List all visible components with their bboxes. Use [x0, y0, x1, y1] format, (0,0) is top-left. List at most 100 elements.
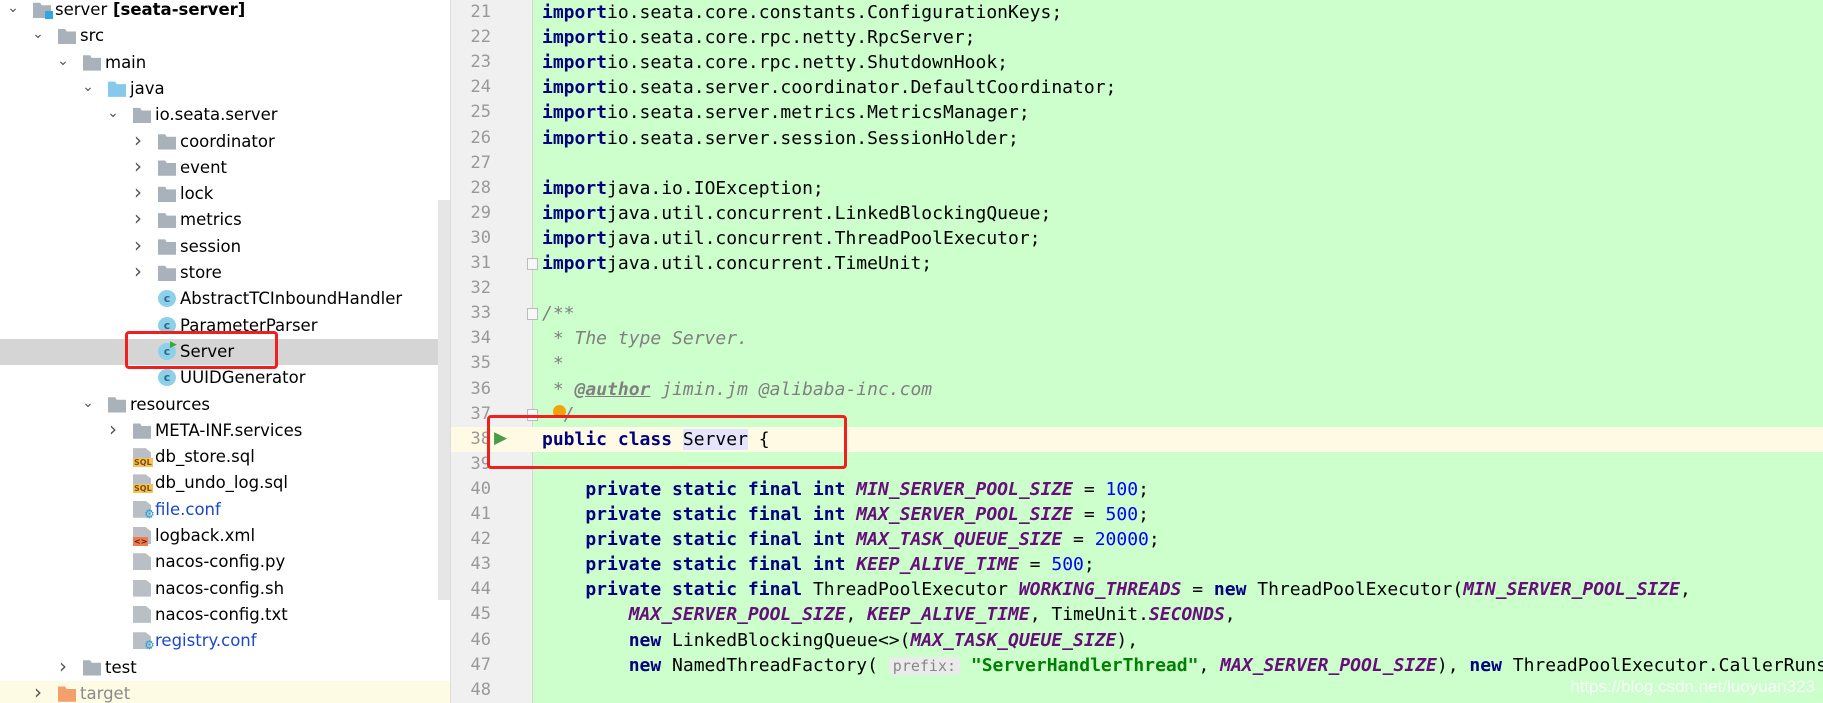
code-token-hint: prefix:	[888, 656, 961, 675]
tree-item-logback-xml[interactable]: <> logback.xml	[0, 523, 451, 549]
chevron-right-icon[interactable]: ›	[131, 154, 145, 178]
fold-marker-icon[interactable]	[527, 308, 538, 321]
code-token: io.seata.core.rpc.netty.RpcServer;	[607, 27, 976, 49]
tree-item-metrics[interactable]: › metrics	[0, 206, 451, 233]
code-token: io.seata.core.rpc.netty.ShutdownHook;	[607, 52, 1008, 74]
tree-item-label: java	[130, 78, 165, 98]
code-token-const: KEEP_ALIVE_TIME	[867, 604, 1030, 626]
chevron-right-icon[interactable]: ›	[131, 206, 145, 230]
code-line: importjava.io.IOException;	[542, 176, 824, 201]
code-token: NamedThreadFactory(	[672, 654, 889, 676]
tree-item-io-seata-server[interactable]: ⌄ io.seata.server	[0, 102, 451, 128]
code-line: private static final ThreadPoolExecutor …	[542, 577, 1690, 602]
code-token: =	[1073, 504, 1106, 525]
line-number: 37	[470, 403, 491, 424]
tree-item-nacos-config-sh[interactable]: nacos-config.sh	[0, 576, 451, 602]
code-token-const: MAX_SERVER_POOL_SIZE	[628, 604, 846, 626]
tree-item-label: target	[80, 683, 131, 703]
chevron-down-icon[interactable]: ⌄	[106, 105, 120, 121]
code-token-const: MAX_TASK_QUEUE_SIZE	[910, 629, 1117, 651]
tree-item-abstracttcinboundhandler[interactable]: c AbstractTCInboundHandler	[0, 286, 451, 312]
tree-item-store[interactable]: › store	[0, 259, 451, 286]
package-icon	[133, 107, 151, 124]
tree-item-session[interactable]: › session	[0, 233, 451, 260]
tree-item-resources[interactable]: ⌄ resources	[0, 392, 451, 418]
tree-item-main[interactable]: ⌄ main	[0, 50, 451, 76]
tree-item-label: main	[105, 52, 147, 72]
code-token: =	[1073, 478, 1106, 500]
line-number: 25	[470, 102, 491, 123]
line-number: 47	[470, 654, 491, 675]
folder-icon	[58, 28, 76, 45]
chevron-right-icon[interactable]: ›	[106, 417, 120, 441]
chevron-down-icon[interactable]: ⌄	[56, 53, 70, 69]
code-token: io.seata.server.metrics.MetricsManager;	[607, 102, 1030, 124]
code-token: , TimeUnit.	[1029, 604, 1149, 626]
code-line: * The type Server.	[542, 326, 748, 351]
line-number: 46	[470, 629, 491, 650]
code-line: importio.seata.server.metrics.MetricsMan…	[542, 100, 1030, 125]
tree-item-target[interactable]: › target	[0, 680, 451, 703]
code-token: ;	[1138, 478, 1149, 500]
line-number: 38	[470, 428, 491, 449]
tree-item-event[interactable]: › event	[0, 154, 451, 181]
chevron-right-icon[interactable]: ›	[131, 180, 145, 204]
code-line: importjava.util.concurrent.TimeUnit;	[542, 251, 932, 276]
tree-item-file-conf[interactable]: ⚙ file.conf	[0, 497, 451, 523]
code-token-kw: import	[542, 177, 608, 199]
package-icon	[158, 134, 176, 150]
line-number: 32	[470, 278, 491, 299]
tree-item-db-undo-log-sql[interactable]: SQL db_undo_log.sql	[0, 470, 451, 496]
code-token-const: MAX_SERVER_POOL_SIZE	[856, 504, 1074, 525]
code-token-const: MIN_SERVER_POOL_SIZE	[856, 478, 1074, 500]
chevron-right-icon[interactable]: ›	[131, 128, 145, 152]
code-token: ,	[1224, 604, 1236, 626]
tree-item-java[interactable]: ⌄ java	[0, 76, 451, 102]
chevron-down-icon[interactable]: ⌄	[6, 0, 20, 16]
chevron-right-icon[interactable]: ›	[131, 259, 145, 283]
tree-item-meta-inf-services[interactable]: › META-INF.services	[0, 417, 451, 444]
chevron-down-icon[interactable]: ⌄	[81, 79, 95, 95]
tree-item-coordinator[interactable]: › coordinator	[0, 128, 451, 155]
code-token: ;	[1083, 554, 1095, 576]
code-token-kw: private static final	[542, 579, 813, 601]
fold-marker-icon[interactable]	[527, 258, 538, 270]
code-line: private static final int KEEP_ALIVE_TIME…	[542, 552, 1095, 577]
code-line: importio.seata.core.constants.Configurat…	[542, 0, 1062, 25]
module-name: [seata-server]	[107, 0, 246, 19]
tree-item-nacos-config-py[interactable]: nacos-config.py	[0, 549, 451, 575]
tree-item-uuidgenerator[interactable]: c UUIDGenerator	[0, 365, 451, 391]
code-token-kw: new	[542, 654, 673, 676]
code-token: LinkedBlockingQueue<>(	[672, 629, 911, 651]
code-token-kw: private static final int	[542, 478, 857, 500]
line-number: 24	[470, 77, 491, 98]
tree-item-registry-conf[interactable]: ⚙ registry.conf	[0, 628, 451, 654]
chevron-down-icon[interactable]: ⌄	[31, 26, 45, 42]
code-token-str: "ServerHandlerThread"	[970, 654, 1199, 676]
code-token: ;	[1138, 504, 1149, 525]
chevron-right-icon[interactable]: ›	[131, 233, 145, 257]
tree-item-src[interactable]: ⌄ src	[0, 23, 451, 49]
tree-item-label: file.conf	[155, 499, 221, 519]
line-number: 39	[470, 453, 491, 474]
tree-item-lock[interactable]: › lock	[0, 180, 451, 207]
chevron-right-icon[interactable]: ›	[31, 680, 45, 703]
chevron-right-icon[interactable]: ›	[56, 654, 70, 678]
text-file-icon	[133, 579, 151, 597]
tree-item-nacos-config-txt[interactable]: nacos-config.txt	[0, 602, 451, 628]
code-token-const: KEEP_ALIVE_TIME	[856, 554, 1019, 576]
folder-icon	[83, 55, 101, 71]
tree-item-server[interactable]: ⌄ server [seata-server]	[0, 0, 451, 23]
code-line: importjava.util.concurrent.ThreadPoolExe…	[542, 226, 1041, 251]
tree-item-test[interactable]: › test	[0, 654, 451, 681]
code-token-cm: *	[542, 378, 575, 400]
tree-item-db-store-sql[interactable]: SQL db_store.sql	[0, 444, 451, 470]
line-number: 28	[470, 177, 491, 198]
code-token-cm: *	[542, 353, 564, 375]
code-token: java.util.concurrent.TimeUnit;	[607, 253, 933, 274]
chevron-down-icon[interactable]: ⌄	[81, 395, 95, 411]
code-token: ThreadPoolExecutor(	[1257, 579, 1464, 601]
project-tree-scrollbar[interactable]	[438, 200, 450, 600]
line-number: 43	[470, 554, 491, 575]
